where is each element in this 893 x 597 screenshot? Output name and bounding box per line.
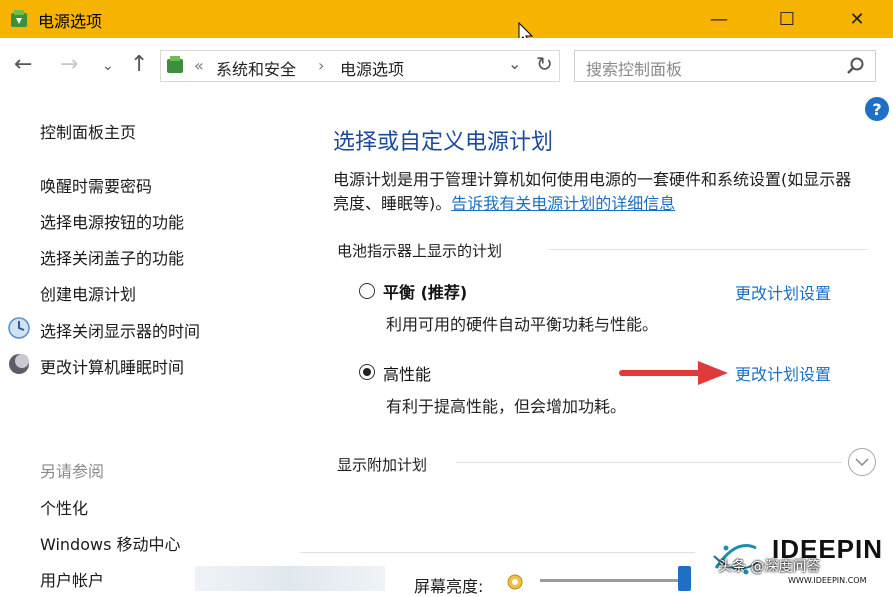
learn-more-link[interactable]: 告诉我有关电源计划的详细信息 [451, 194, 675, 213]
high-performance-change-settings-link[interactable]: 更改计划设置 [735, 361, 831, 385]
forward-arrow-icon[interactable]: → [60, 52, 78, 77]
power-button-link[interactable]: 选择电源按钮的功能 [40, 209, 184, 233]
expand-button[interactable] [848, 448, 876, 476]
sleep-time-link[interactable]: 更改计算机睡眠时间 [40, 354, 184, 378]
up-arrow-icon[interactable]: ↑ [130, 52, 148, 77]
user-accounts-link[interactable]: 用户帐户 [40, 567, 104, 591]
control-panel-home-link[interactable]: 控制面板主页 [40, 119, 136, 143]
title-bar [0, 0, 893, 38]
create-plan-link[interactable]: 创建电源计划 [40, 281, 136, 305]
page-description: 电源计划是用于管理计算机如何使用电源的一套硬件和系统设置(如显示器亮度、睡眠等)… [333, 168, 863, 216]
power-options-icon [11, 10, 27, 27]
help-icon[interactable]: ? [865, 97, 889, 121]
minimize-button[interactable]: — [696, 0, 742, 38]
breadcrumb-power-options[interactable]: 电源选项 [340, 56, 404, 80]
balanced-plan-name[interactable]: 平衡 (推荐) [383, 279, 467, 303]
high-performance-plan-desc: 有利于提高性能，但会增加功耗。 [386, 397, 627, 416]
radio-selected-dot [363, 368, 371, 376]
search-placeholder[interactable]: 搜索控制面板 [586, 56, 682, 80]
blurred-area [195, 566, 385, 591]
brightness-slider-thumb[interactable] [678, 566, 691, 591]
sleep-icon [9, 354, 29, 374]
maximize-button[interactable]: ☐ [764, 0, 810, 38]
balanced-plan-desc: 利用可用的硬件自动平衡功耗与性能。 [386, 315, 659, 334]
brightness-icon [507, 574, 523, 590]
window-title: 电源选项 [38, 12, 103, 31]
mobility-center-link[interactable]: Windows 移动中心 [40, 531, 181, 555]
additional-divider [456, 462, 842, 463]
address-dropdown-icon[interactable]: ⌄ [508, 54, 521, 73]
show-additional-plans[interactable]: 显示附加计划 [337, 454, 427, 475]
page-title: 选择或自定义电源计划 [333, 130, 554, 155]
brightness-label: 屏幕亮度: [414, 577, 484, 596]
breadcrumb-system-security[interactable]: 系统和安全 [216, 56, 296, 80]
red-arrow-icon [619, 361, 728, 385]
section-divider [548, 249, 868, 250]
balanced-radio[interactable] [359, 283, 375, 299]
breadcrumb-separator: › [318, 56, 325, 75]
control-panel-icon [167, 56, 183, 73]
personalization-link[interactable]: 个性化 [40, 495, 88, 519]
chevron-down-icon [855, 458, 869, 467]
require-password-link[interactable]: 唤醒时需要密码 [40, 173, 152, 197]
bottom-divider [300, 552, 695, 553]
display-off-time-link[interactable]: 选择关闭显示器的时间 [40, 318, 200, 342]
recent-dropdown-icon[interactable]: ⌄ [102, 58, 114, 74]
search-icon[interactable] [846, 56, 866, 76]
balanced-change-settings-link[interactable]: 更改计划设置 [735, 280, 831, 304]
see-also-heading: 另请参阅 [40, 462, 105, 481]
lid-close-link[interactable]: 选择关闭盖子的功能 [40, 245, 184, 269]
display-off-icon [8, 317, 30, 339]
brightness-slider-track[interactable] [540, 579, 686, 582]
high-performance-plan-name[interactable]: 高性能 [383, 361, 431, 385]
back-arrow-icon[interactable]: ← [14, 52, 32, 77]
watermark-site: WWW.IDEEPIN.COM [788, 576, 867, 585]
close-button[interactable]: ✕ [834, 0, 880, 38]
refresh-icon[interactable]: ↻ [536, 52, 553, 76]
battery-plans-heading: 电池指示器上显示的计划 [337, 242, 503, 260]
high-performance-radio[interactable] [359, 364, 375, 380]
watermark-caption: 头条 @深度问答 [718, 559, 821, 575]
breadcrumb-overflow[interactable]: « [194, 56, 204, 75]
